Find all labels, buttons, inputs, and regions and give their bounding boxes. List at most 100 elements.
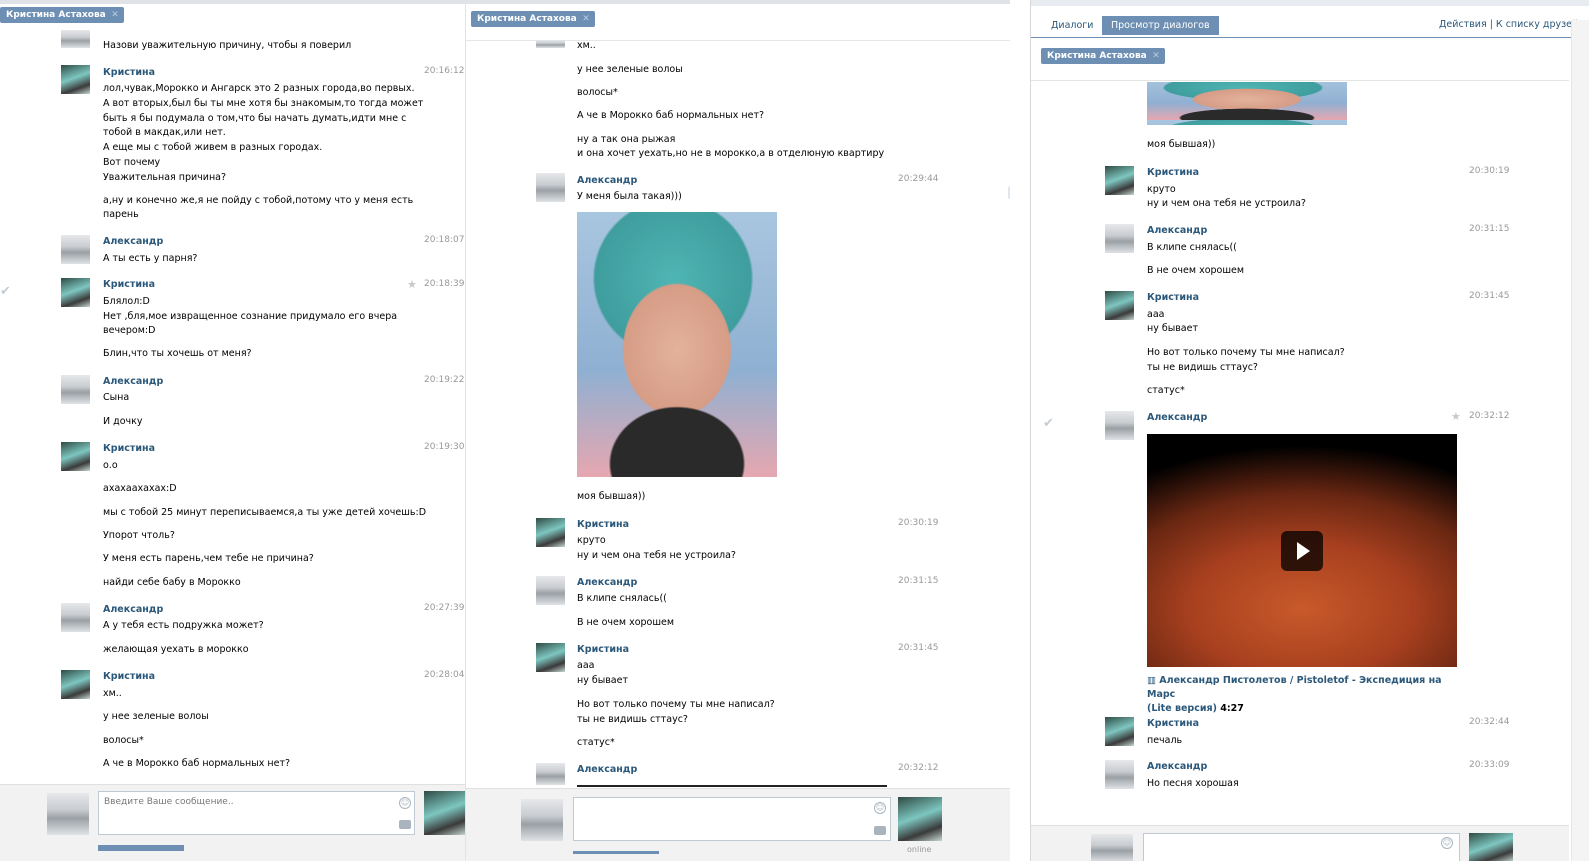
message-author[interactable]: Александр: [577, 175, 637, 186]
message-author[interactable]: Кристина: [103, 279, 155, 290]
attached-photo[interactable]: [577, 212, 777, 477]
avatar[interactable]: [61, 375, 90, 404]
star-icon[interactable]: ★: [1451, 410, 1461, 423]
message-author[interactable]: Кристина: [103, 671, 155, 682]
avatar[interactable]: [536, 40, 565, 48]
message-line: А у тебя есть подружка может?: [103, 620, 264, 631]
message-line: лол,чувак,Морокко и Ангарск это 2 разных…: [103, 83, 415, 94]
avatar[interactable]: [61, 278, 90, 307]
message-author[interactable]: Кристина: [1147, 167, 1199, 178]
avatar[interactable]: [536, 518, 565, 547]
chat-tab-label: Кристина Астахова: [6, 10, 106, 20]
avatar[interactable]: [536, 763, 565, 785]
avatar[interactable]: [1105, 224, 1134, 253]
message-time: 20:30:19: [1469, 166, 1510, 176]
message-line: парень: [103, 209, 139, 220]
avatar[interactable]: [1105, 291, 1134, 320]
my-avatar[interactable]: [521, 799, 563, 841]
message-line: В не очем хорошем: [577, 617, 675, 628]
avatar[interactable]: [536, 643, 565, 672]
star-icon[interactable]: ★: [407, 278, 417, 291]
play-icon[interactable]: [1281, 531, 1323, 571]
composer: ☺ online: [466, 788, 1010, 861]
message-input[interactable]: [573, 797, 891, 841]
message-line: Сына: [103, 392, 130, 403]
message-line: ну бывает: [1147, 323, 1199, 334]
message-author[interactable]: Александр: [1147, 225, 1207, 236]
check-icon[interactable]: ✔: [1043, 416, 1054, 431]
new-messages-badge[interactable]: +1: [1008, 186, 1010, 199]
message-input[interactable]: [1143, 833, 1460, 861]
message-line: ну и чем она тебя не устроила?: [577, 550, 736, 561]
smile-icon[interactable]: ☺: [874, 802, 886, 814]
avatar[interactable]: [536, 173, 565, 202]
chat-tab[interactable]: Кристина Астахова ✕: [1041, 48, 1165, 64]
message-line: А че в Морокко баб нормальных нет?: [577, 110, 765, 121]
close-icon[interactable]: ✕: [582, 14, 590, 24]
avatar[interactable]: [61, 30, 90, 48]
message-author[interactable]: Александр: [103, 236, 163, 247]
message-author[interactable]: Александр: [1147, 761, 1207, 772]
message-author[interactable]: Александр: [577, 764, 637, 775]
message-time: 20:30:19: [898, 518, 939, 528]
avatar[interactable]: [61, 442, 90, 471]
my-avatar[interactable]: [1091, 834, 1133, 861]
tab-dialogs[interactable]: Диалоги: [1051, 20, 1093, 31]
avatar[interactable]: [1105, 760, 1134, 789]
smile-icon[interactable]: ☺: [1441, 837, 1453, 849]
close-icon[interactable]: ✕: [1152, 51, 1160, 61]
close-icon[interactable]: ✕: [111, 10, 119, 20]
tab-dialog-view[interactable]: Просмотр диалогов: [1102, 16, 1219, 35]
message-line: хм..: [103, 688, 122, 699]
chat-tab[interactable]: Кристина Астахова ✕: [0, 7, 124, 23]
my-avatar[interactable]: [47, 793, 89, 835]
check-icon[interactable]: ✔: [0, 284, 11, 299]
video-title-link[interactable]: ▥ Александр Пистолетов / Pistoletof - Эк…: [1147, 674, 1467, 716]
message-author[interactable]: Кристина: [103, 443, 155, 454]
message-time: 20:28:04: [424, 670, 465, 680]
send-button[interactable]: [573, 851, 659, 854]
avatar[interactable]: [61, 603, 90, 632]
divider: [1031, 80, 1569, 81]
chat-window-1: Кристина Астахова ✕ Назови уважительную …: [0, 0, 465, 861]
composer: Введите Ваше сообщение.. ☺: [0, 784, 465, 861]
avatar[interactable]: [61, 670, 90, 699]
friend-avatar[interactable]: [898, 797, 942, 841]
avatar[interactable]: [1105, 717, 1134, 746]
message-author[interactable]: Кристина: [1147, 718, 1199, 729]
message-line: круто: [1147, 184, 1176, 195]
friend-avatar[interactable]: [1469, 833, 1513, 861]
message-line: круто: [577, 535, 606, 546]
video-preview[interactable]: [1147, 434, 1457, 667]
chat-tab-label: Кристина Астахова: [477, 14, 577, 24]
avatar[interactable]: [61, 65, 90, 94]
message-line: В клипе снялась((: [1147, 242, 1237, 253]
message-line: А вот вторых,был бы ты мне хотя бы знако…: [103, 98, 424, 109]
message-line: статус*: [1147, 385, 1185, 396]
message-author[interactable]: Кристина: [577, 519, 629, 530]
friend-avatar[interactable]: [424, 791, 465, 835]
message-input[interactable]: Введите Ваше сообщение..: [98, 791, 415, 835]
send-button[interactable]: [98, 845, 184, 851]
camera-icon[interactable]: [399, 820, 411, 829]
message-author[interactable]: Кристина: [1147, 292, 1199, 303]
message-author[interactable]: Александр: [577, 577, 637, 588]
actions-links[interactable]: Действия | К списку друзей: [1439, 19, 1578, 30]
smile-icon[interactable]: ☺: [399, 797, 411, 809]
avatar[interactable]: [1105, 166, 1134, 195]
chat-tab[interactable]: Кристина Астахова ✕: [471, 11, 595, 27]
message-author[interactable]: Кристина: [577, 644, 629, 655]
avatar[interactable]: [536, 576, 565, 605]
message-time: 20:18:39: [424, 279, 465, 289]
message-author[interactable]: Александр: [1147, 412, 1207, 423]
avatar[interactable]: [1105, 411, 1134, 440]
scrollbar[interactable]: [1571, 20, 1589, 861]
camera-icon[interactable]: [874, 826, 886, 835]
message-time: 20:32:44: [1469, 717, 1510, 727]
message-author[interactable]: Кристина: [103, 67, 155, 78]
message-author[interactable]: Александр: [103, 376, 163, 387]
attached-photo[interactable]: [1147, 82, 1347, 125]
message-line: Но песня хорошая: [1147, 778, 1239, 789]
message-author[interactable]: Александр: [103, 604, 163, 615]
avatar[interactable]: [61, 235, 90, 264]
